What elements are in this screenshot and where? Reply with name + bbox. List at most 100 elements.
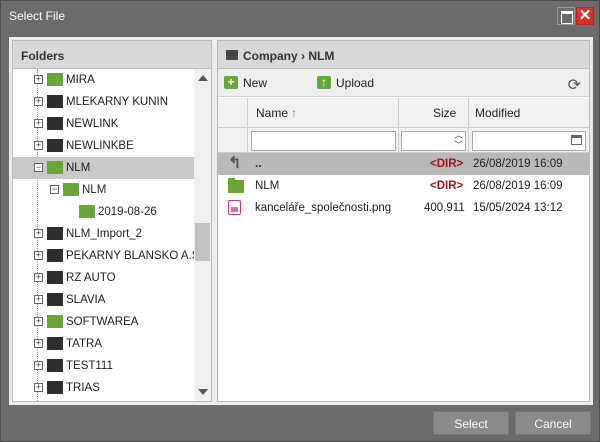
column-size-header[interactable]: Size [399,98,469,128]
table-row[interactable]: kanceláře_společnosti.png 400,911 15/05/… [218,197,589,219]
calendar-icon[interactable] [571,135,582,145]
filter-modified-cell [469,128,589,153]
tree-item[interactable]: 2019-08-26 [13,201,194,223]
tree-item-label: NLM [82,184,107,196]
path-header: Company › NLM [218,41,589,69]
file-grid: Name ↑ Size Modified ︿ ﹀ ↰ .. <DIR> 26/0… [218,98,589,401]
maximize-button[interactable] [557,7,575,25]
row-size: <DIR> [430,158,464,170]
expand-icon[interactable]: + [34,361,43,370]
tree-item[interactable]: + NEWLINKBE [13,135,194,157]
expand-icon[interactable]: + [34,75,43,84]
tree-item[interactable]: − NLM [13,157,194,179]
collapse-icon[interactable]: − [34,163,43,172]
cancel-button[interactable]: Cancel [515,411,591,435]
files-panel: Company › NLM + New Folder ↑ Upload ⟳ Na… [217,40,590,402]
tree-item-label: NLM [66,162,91,174]
table-row[interactable]: ↰ .. <DIR> 26/08/2019 16:09 [218,153,589,175]
breadcrumb: Company › NLM [243,49,335,63]
close-button[interactable]: ✕ [576,7,594,25]
expand-icon[interactable]: + [34,97,43,106]
tree-item-label: TRIAS [66,382,100,394]
image-file-icon [228,200,241,215]
expand-icon[interactable]: + [34,383,43,392]
tree-item[interactable]: + TEST111 [13,355,194,377]
select-file-dialog: Select File ✕ Folders + MIRA + MLEKARNY KUN… [0,0,600,442]
tree-item[interactable]: + PEKARNY BLANSKO A.S. [13,245,194,267]
select-button[interactable]: Select [433,411,509,435]
row-modified: 26/08/2019 16:09 [473,180,563,192]
tree-item-label: NLM_Import_2 [66,228,143,240]
folder-icon [228,178,244,193]
filter-name-cell [248,128,399,153]
tree-item-label: NEWLINKBE [66,140,134,152]
scroll-down-icon[interactable] [198,389,208,395]
folder-icon [47,359,63,372]
folder-icon [47,315,63,328]
expand-icon[interactable]: + [34,229,43,238]
expand-icon[interactable]: + [34,295,43,304]
expand-icon[interactable]: + [34,251,43,260]
expand-icon[interactable]: + [34,119,43,128]
folder-icon [226,50,238,60]
expand-icon[interactable]: + [34,339,43,348]
size-filter-input[interactable]: ︿ ﹀ [401,130,466,151]
name-filter-input[interactable] [251,131,396,151]
folder-icon [47,293,63,306]
table-row[interactable]: NLM <DIR> 26/08/2019 16:09 [218,175,589,197]
folder-icon [47,161,63,174]
tree-item[interactable]: + TRIAS [13,377,194,399]
tree-item-label: NEWLINK [66,118,119,130]
row-name: NLM [255,180,280,192]
folder-icon [47,95,63,108]
tree-item-label: SLAVIA [66,294,106,306]
row-size: <DIR> [430,180,464,192]
row-modified: 15/05/2024 13:12 [473,202,563,214]
expand-icon[interactable]: + [34,273,43,282]
folder-icon [63,183,79,196]
tree-item-label: RZ AUTO [66,272,116,284]
tree-item[interactable]: + MLEKARNY KUNIN [13,91,194,113]
file-toolbar: + New Folder ↑ Upload ⟳ [218,69,589,118]
sort-asc-icon: ↑ [291,106,297,120]
folder-icon [47,139,63,152]
tree-item-label: PEKARNY BLANSKO A.S. [66,250,194,262]
folder-icon [47,73,63,86]
tree-item-label: TATRA [66,338,102,350]
tree-item[interactable]: + SLAVIA [13,289,194,311]
scroll-up-icon[interactable] [198,75,208,81]
refresh-icon[interactable]: ⟳ [568,75,581,95]
tree-item[interactable]: + SOFTWAREA [13,311,194,333]
upload-icon: ↑ [317,76,331,89]
tree-item[interactable]: + TATRA [13,333,194,355]
expand-icon[interactable]: + [34,317,43,326]
tree-item[interactable]: + MIRA [13,69,194,91]
filter-icon-cell [218,128,248,153]
upload-label: Upload [336,76,375,90]
window-title: Select File [9,9,66,23]
close-icon: ✕ [578,7,592,24]
stepper-icon[interactable]: ︿ ﹀ [454,130,463,150]
tree-scrollbar[interactable] [194,69,211,401]
folders-header: Folders [13,41,211,69]
filter-size-cell: ︿ ﹀ [399,128,469,153]
tree-item-label: SOFTWAREA [66,316,139,328]
column-name-label: Name [256,106,289,120]
tree-item[interactable]: − NLM [13,179,194,201]
tree-item[interactable]: + NEWLINK [13,113,194,135]
column-name-header[interactable]: Name ↑ [248,98,399,128]
column-icon-header [218,98,248,128]
column-modified-header[interactable]: Modified [469,98,589,128]
tree-item[interactable]: + RZ AUTO [13,267,194,289]
dialog-content: Folders + MIRA + MLEKARNY KUNIN + NEWLINK + NEW… [9,37,593,405]
row-size: 400,911 [424,202,465,214]
add-folder-icon: + [224,76,238,89]
expand-icon[interactable]: + [34,141,43,150]
folders-panel: Folders + MIRA + MLEKARNY KUNIN + NEWLINK + NEW… [12,40,212,402]
folder-icon [47,381,63,394]
tree-item[interactable]: + NLM_Import_2 [13,223,194,245]
collapse-icon[interactable]: − [50,185,59,194]
folder-icon [47,227,63,240]
scroll-thumb[interactable] [195,223,210,261]
modified-filter-input[interactable] [472,131,586,151]
